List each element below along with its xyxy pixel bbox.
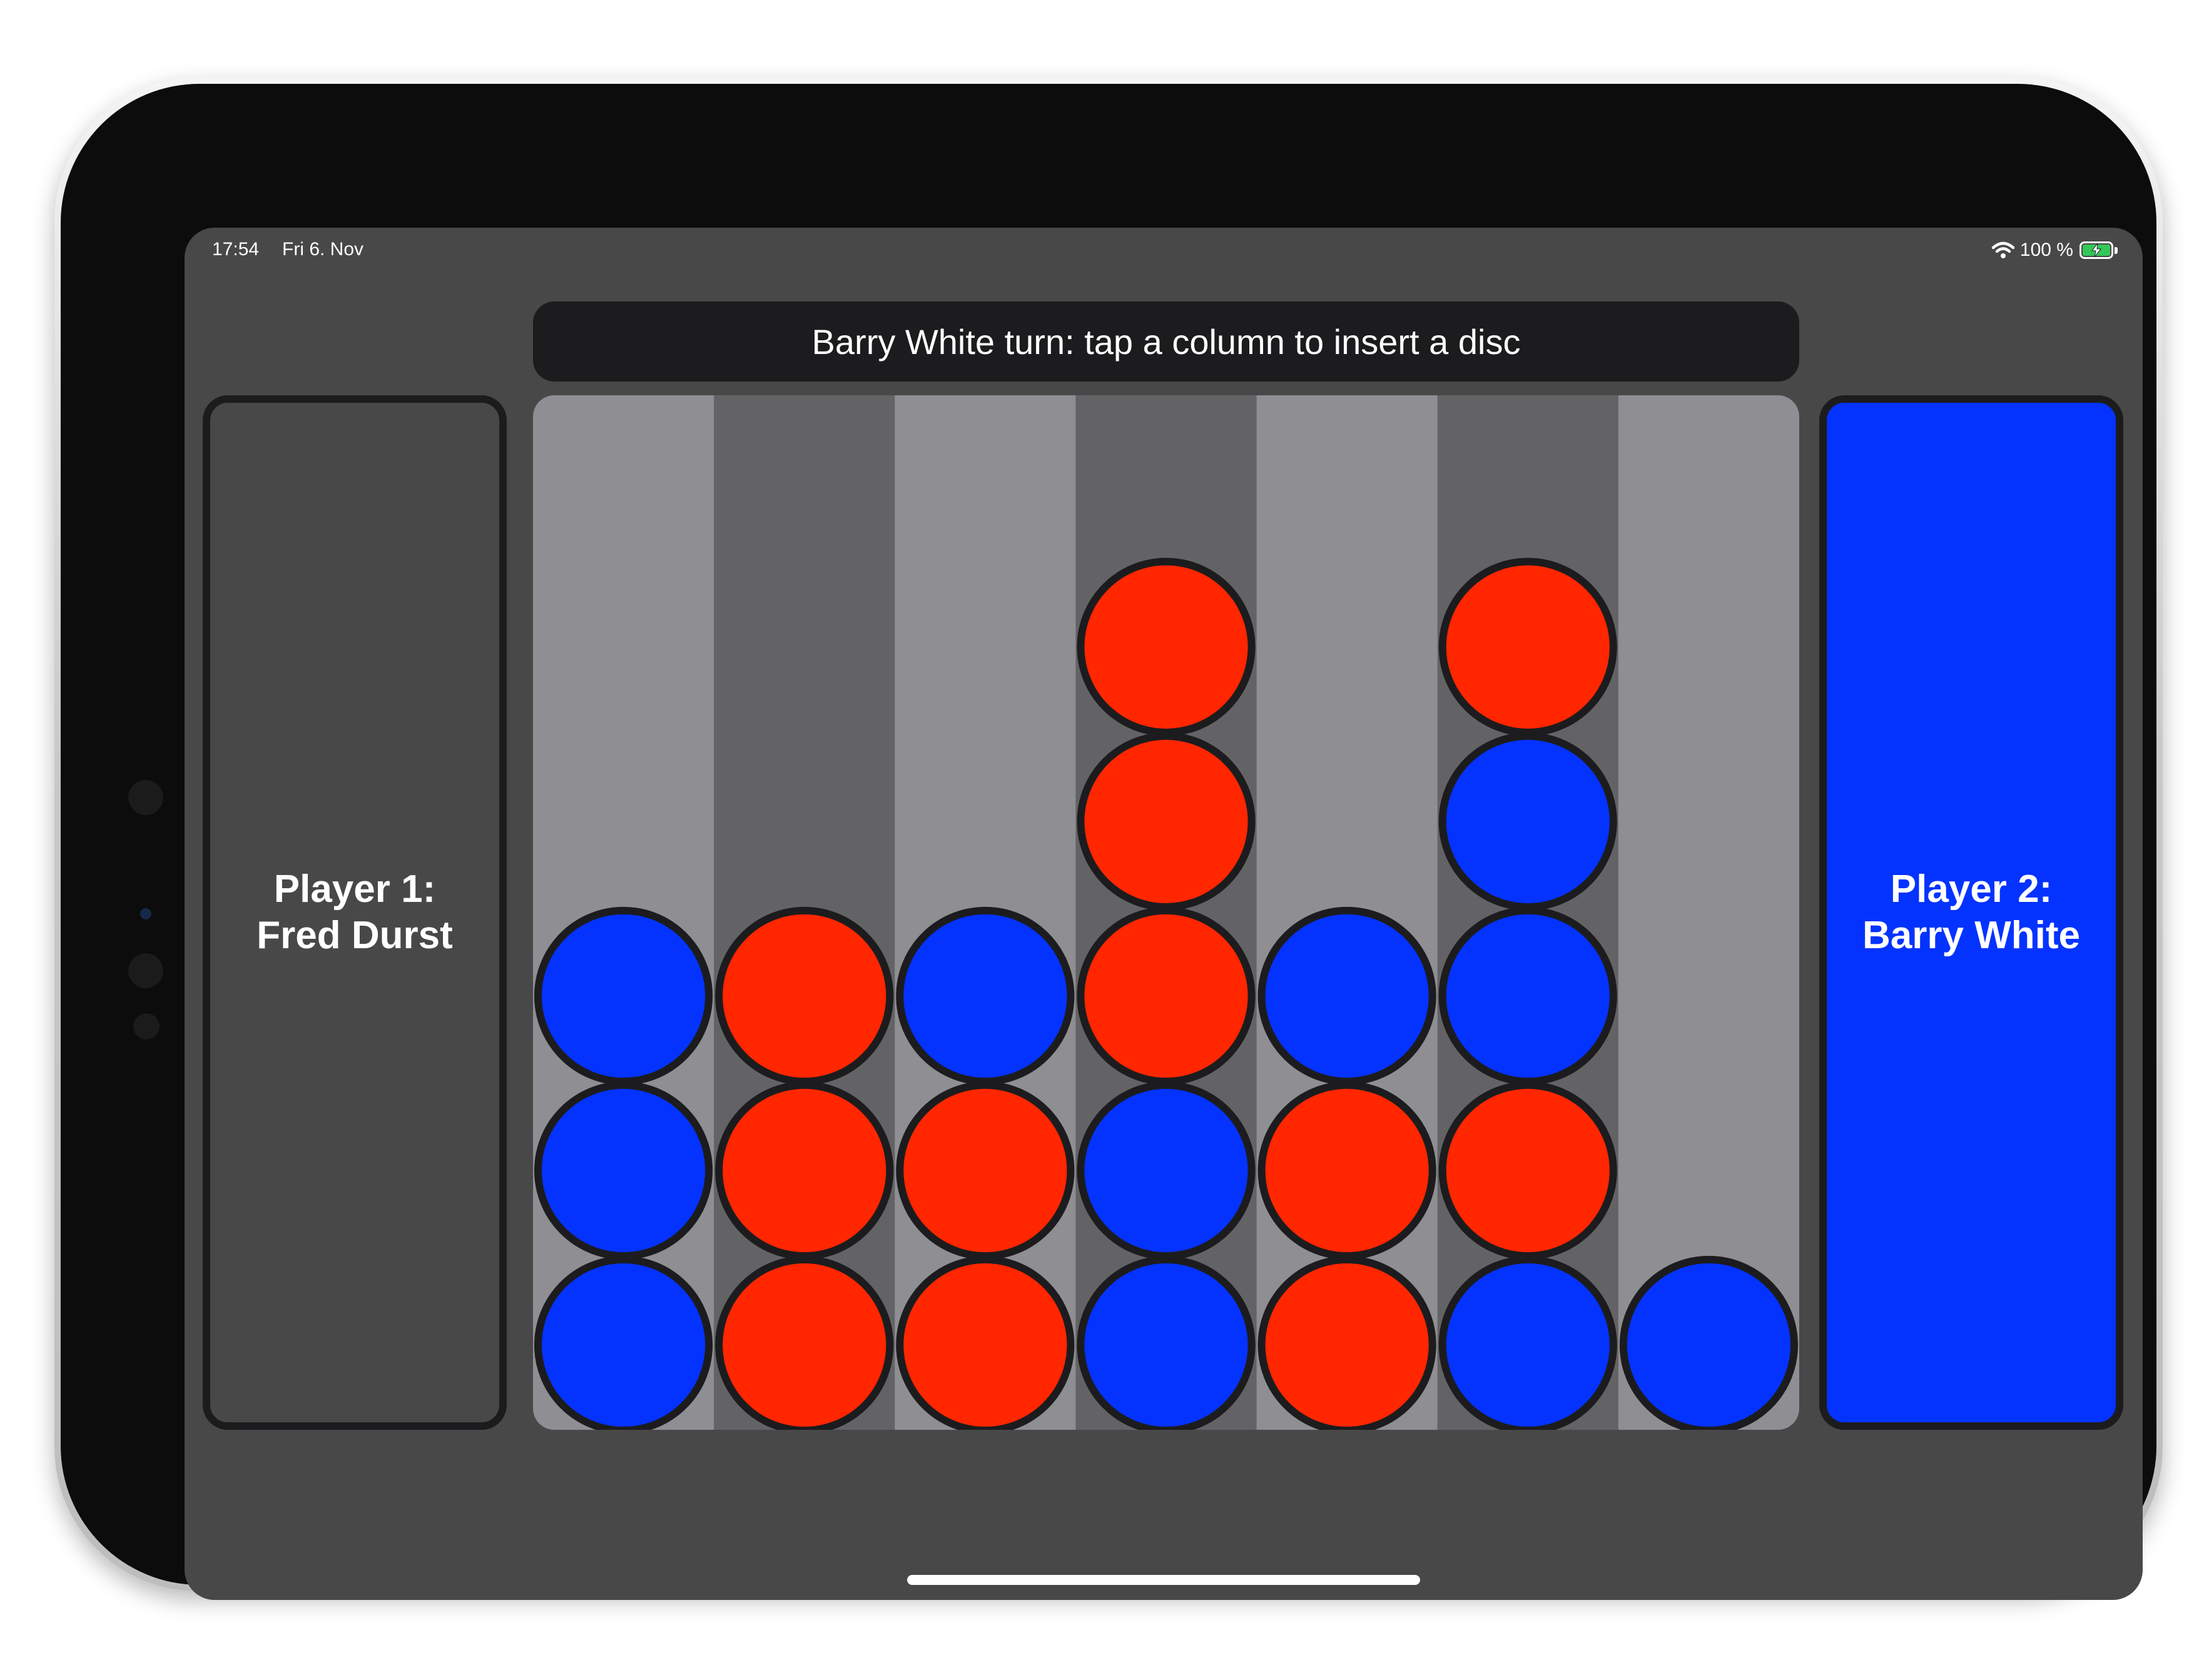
- blue-disc: [896, 906, 1075, 1086]
- blue-disc: [1257, 906, 1436, 1086]
- red-disc: [715, 906, 894, 1086]
- status-right-group: 100 %: [1991, 236, 2118, 264]
- red-disc: [896, 1255, 1075, 1430]
- player-2-name: Barry White: [1862, 914, 2080, 957]
- blue-disc: [534, 906, 713, 1086]
- blue-disc: [1077, 1081, 1256, 1260]
- red-disc: [1438, 1081, 1617, 1260]
- sensor-dot: [128, 953, 163, 988]
- board-grid[interactable]: [533, 395, 1799, 1430]
- player-2-panel: Player 2: Barry White: [1819, 395, 2123, 1430]
- blue-disc: [1619, 1255, 1798, 1430]
- status-time: 17:54: [212, 239, 260, 260]
- red-disc: [1257, 1081, 1436, 1260]
- wifi-icon: [1991, 241, 2015, 258]
- blue-disc: [1438, 1255, 1617, 1430]
- red-disc: [1077, 557, 1256, 736]
- player-1-panel: Player 1: Fred Durst: [203, 395, 507, 1430]
- home-indicator[interactable]: [907, 1575, 1420, 1585]
- front-camera-icon: [140, 908, 151, 919]
- game-board[interactable]: [533, 395, 1799, 1430]
- red-disc: [1257, 1255, 1436, 1430]
- player-1-label: Player 1:: [273, 868, 436, 911]
- sensor-dot: [128, 780, 163, 815]
- player-2-label: Player 2:: [1890, 868, 2053, 911]
- blue-disc: [1438, 732, 1617, 911]
- player-1-name: Fred Durst: [256, 914, 453, 957]
- red-disc: [715, 1255, 894, 1430]
- red-disc: [896, 1081, 1075, 1260]
- red-disc: [1077, 906, 1256, 1086]
- red-disc: [1077, 732, 1256, 911]
- red-disc: [1438, 557, 1617, 736]
- sensor-dot: [133, 1013, 160, 1040]
- red-disc: [715, 1081, 894, 1260]
- battery-charging-icon: [2080, 241, 2118, 259]
- blue-disc: [1438, 906, 1617, 1086]
- blue-disc: [534, 1255, 713, 1430]
- screen: 17:54 Fri 6. Nov 100 % Barry White turn:…: [185, 228, 2143, 1600]
- blue-disc: [1077, 1255, 1256, 1430]
- status-date: Fri 6. Nov: [282, 239, 364, 260]
- battery-percentage: 100 %: [2019, 240, 2073, 260]
- blue-disc: [534, 1081, 713, 1260]
- turn-banner: Barry White turn: tap a column to insert…: [533, 301, 1799, 382]
- ipad-device-frame: 17:54 Fri 6. Nov 100 % Barry White turn:…: [54, 78, 2163, 1600]
